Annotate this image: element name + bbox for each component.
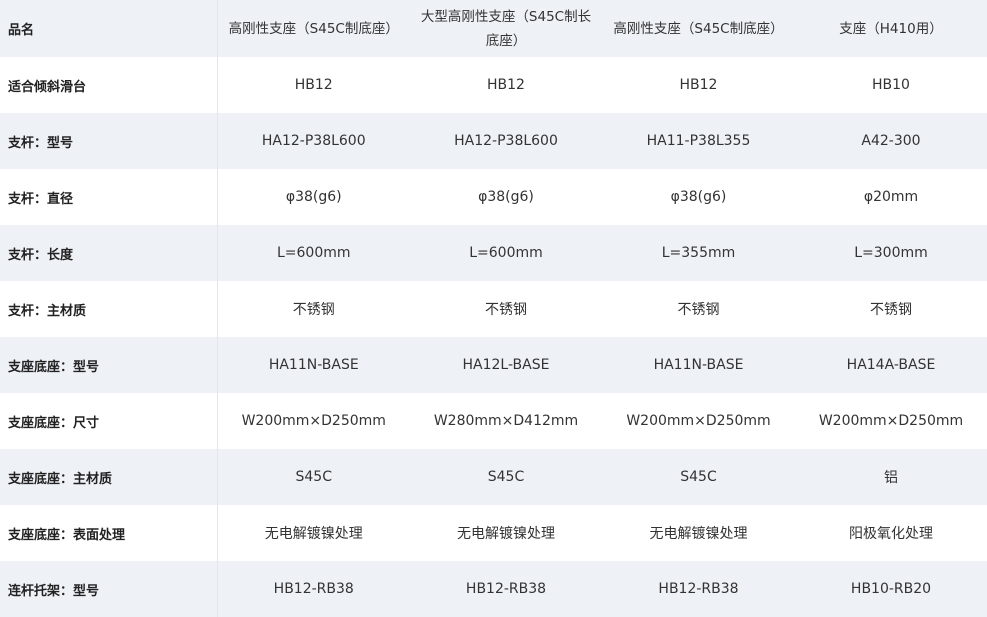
table-cell: HB12 — [294, 77, 333, 93]
table-cell: W200mm×D250mm — [241, 413, 386, 429]
table-cell: L=300mm — [854, 245, 928, 261]
table-cell: S45C — [295, 469, 332, 485]
column-header: 高刚性支座（S45C制底座） — [228, 20, 399, 37]
table-cell: W200mm×D250mm — [626, 413, 771, 429]
table-cell: L=600mm — [276, 245, 351, 261]
table-cell: HB12 — [487, 77, 525, 93]
table-cell: 无电解镀镍处理 — [264, 526, 363, 542]
table-row: 支座底座：表面处理 无电解镀镍处理 无电解镀镍处理 无电解镀镍处理 阳极氧化处理 — [0, 505, 987, 561]
table-cell: 无电解镀镍处理 — [649, 526, 748, 542]
table-cell: φ38(g6) — [478, 189, 534, 205]
row-label: 支座底座：主材质 — [0, 449, 218, 505]
header-row: 品名 高刚性支座（S45C制底座） 大型高刚性支座（S45C制长底座） 高刚性支… — [0, 0, 987, 57]
table-cell: 铝 — [884, 470, 898, 486]
table-cell: HA12L-BASE — [462, 357, 550, 373]
table-cell: φ38(g6) — [285, 189, 342, 205]
table-row: 支杆：型号 HA12-P38L600 HA12-P38L600 HA11-P38L35… — [0, 113, 987, 169]
column-header: 大型高刚性支座（S45C制长底座） — [420, 8, 592, 49]
row-label: 支座底座：表面处理 — [0, 505, 218, 561]
table-cell: HB10-RB20 — [850, 581, 932, 597]
table-row: 连杆托架：型号 HB12-RB38 HB12-RB38 HB12-RB38 HB10-R… — [0, 561, 987, 617]
table-cell: HB12 — [679, 77, 718, 93]
table-cell: 不锈钢 — [677, 302, 720, 318]
row-label: 支杆：直径 — [0, 169, 218, 225]
table-cell: HB12-RB38 — [273, 581, 354, 597]
table-cell: S45C — [487, 469, 525, 485]
table-cell: φ38(g6) — [670, 189, 727, 205]
table-cell: 无电解镀镍处理 — [457, 526, 555, 542]
table-cell: HA11-P38L355 — [646, 133, 751, 149]
column-header: 支座（H410用） — [839, 20, 943, 37]
table-cell: 阳极氧化处理 — [849, 526, 933, 542]
table-cell: W200mm×D250mm — [818, 413, 964, 429]
row-label: 支座底座：尺寸 — [0, 393, 218, 449]
table-row: 支座底座：尺寸 W200mm×D250mm W280mm×D412mm W200mm×… — [0, 393, 987, 449]
table-cell: W280mm×D412mm — [433, 413, 579, 429]
row-label: 适合倾斜滑台 — [0, 57, 218, 113]
table-cell: HA12-P38L600 — [261, 133, 366, 149]
column-header: 高刚性支座（S45C制底座） — [613, 20, 784, 37]
row-label: 支杆：型号 — [0, 113, 218, 169]
corner-label: 品名 — [0, 0, 218, 57]
table-row: 支座底座：型号 HA11N-BASE HA12L-BASE HA11N-BASE HA1… — [0, 337, 987, 393]
table-cell: HA14A-BASE — [846, 357, 936, 373]
table-cell: L=600mm — [469, 245, 543, 261]
table-cell: HA12-P38L600 — [454, 133, 558, 149]
row-label: 支杆：长度 — [0, 225, 218, 281]
table-cell: 不锈钢 — [870, 302, 912, 318]
table-row: 支杆：直径 φ38(g6) φ38(g6) φ38(g6) φ20mm — [0, 169, 987, 225]
table-cell: L=355mm — [661, 245, 736, 261]
row-label: 连杆托架：型号 — [0, 561, 218, 617]
table-body: 适合倾斜滑台 HB12 HB12 HB12 HB10 支杆：型号 HA12-P38L600 H… — [0, 57, 987, 617]
spec-table: 品名 高刚性支座（S45C制底座） 大型高刚性支座（S45C制长底座） 高刚性支… — [0, 0, 987, 617]
table-row: 支座底座：主材质 S45C S45C S45C 铝 — [0, 449, 987, 505]
table-row: 适合倾斜滑台 HB12 HB12 HB12 HB10 — [0, 57, 987, 113]
table-row: 支杆：主材质 不锈钢 不锈钢 不锈钢 不锈钢 — [0, 281, 987, 337]
table-cell: S45C — [680, 469, 717, 485]
table-cell: 不锈钢 — [485, 302, 527, 318]
table-cell: HA11N-BASE — [653, 357, 744, 373]
table-cell: HB12-RB38 — [658, 581, 739, 597]
row-label: 支座底座：型号 — [0, 337, 218, 393]
row-label: 支杆：主材质 — [0, 281, 218, 337]
table-cell: φ20mm — [863, 189, 919, 205]
table-row: 支杆：长度 L=600mm L=600mm L=355mm L=300mm — [0, 225, 987, 281]
table-cell: HB12-RB38 — [465, 581, 547, 597]
table-cell: HA11N-BASE — [268, 357, 359, 373]
table-cell: A42-300 — [861, 133, 921, 149]
table-cell: 不锈钢 — [292, 302, 335, 318]
table-cell: HB10 — [872, 77, 910, 93]
